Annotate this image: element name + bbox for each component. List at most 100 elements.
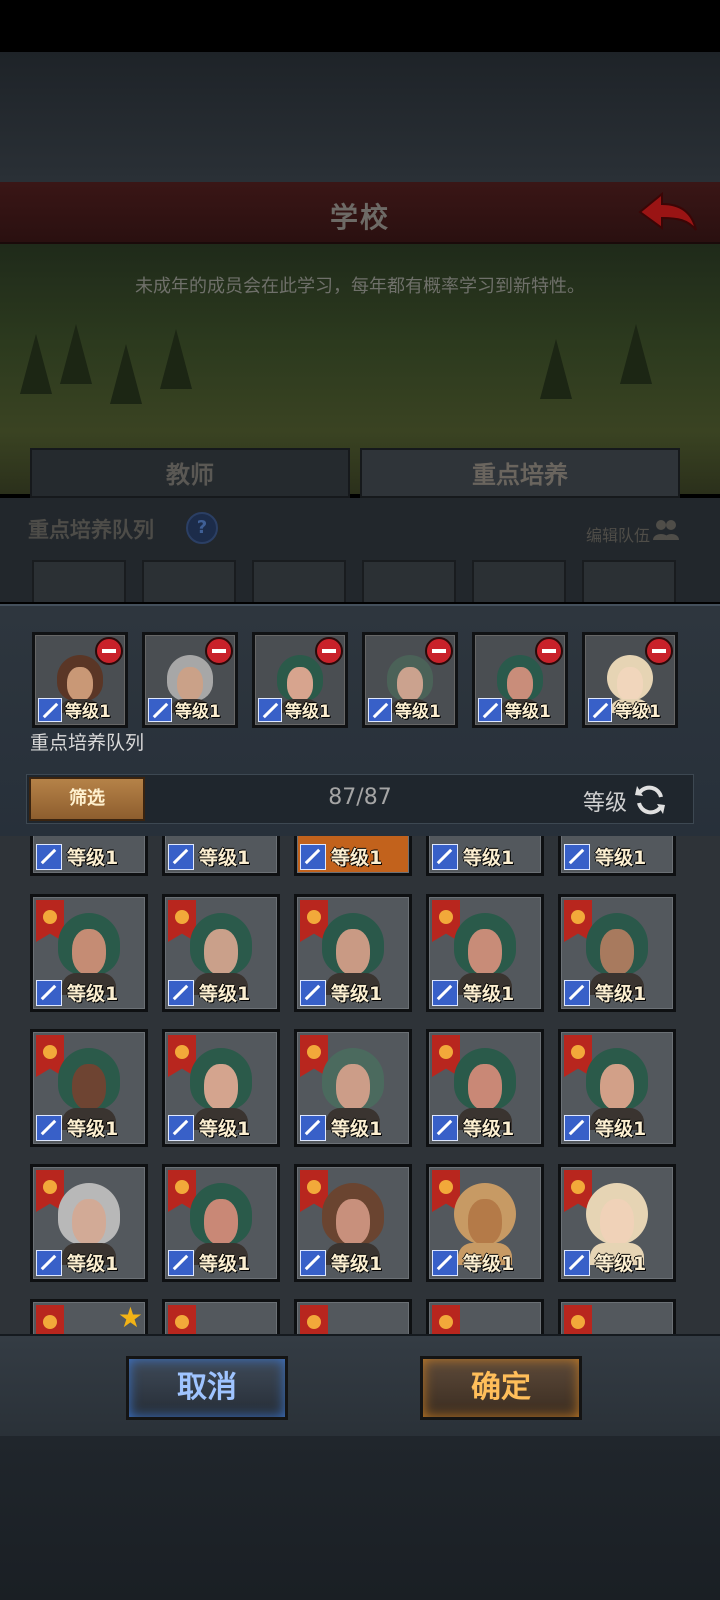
level-label: 等级1 [67,1253,119,1275]
level-label: 等级1 [463,847,515,869]
sword-icon [148,698,172,722]
level-label: 等级1 [595,1253,647,1275]
school-header: 学校 [0,182,720,244]
confirm-button[interactable]: 确定 [420,1356,582,1420]
member-card[interactable]: 等级1 [294,836,412,876]
level-label: 等级1 [505,702,551,722]
sword-icon [368,698,392,722]
refresh-sort-icon[interactable] [633,783,667,817]
tree-decoration [60,324,92,384]
portrait-face [507,667,533,701]
level-label: 等级1 [65,702,111,722]
member-card[interactable]: 等级1 [30,836,148,876]
sword-icon [432,980,458,1006]
portrait-face [468,1199,502,1245]
background-slot [472,560,566,602]
member-card[interactable]: 等级1 [30,1029,148,1147]
member-card[interactable]: 等级1 [162,836,280,876]
remove-icon[interactable] [645,637,673,665]
selected-member-slot[interactable]: 等级1 [32,632,128,728]
member-card[interactable] [426,1299,544,1336]
portrait-face [204,1064,238,1110]
member-card[interactable] [558,1299,676,1336]
level-label: 等级1 [331,1118,383,1140]
remove-icon[interactable] [535,637,563,665]
level-label: 等级1 [595,1118,647,1140]
selected-member-slot[interactable]: 等级1 [362,632,458,728]
team-edit-icon[interactable] [652,518,680,542]
sword-icon [564,980,590,1006]
level-label: 等级1 [199,983,251,1005]
sword-icon [564,844,590,870]
portrait-face [72,1064,106,1110]
member-card[interactable]: 等级1 [558,836,676,876]
back-arrow-icon[interactable] [636,190,700,236]
member-card[interactable]: 等级1 [558,1164,676,1282]
level-label: 等级1 [463,983,515,1005]
member-card[interactable]: 等级1 [162,1029,280,1147]
member-card[interactable]: 等级1 [294,1164,412,1282]
remove-icon[interactable] [315,637,343,665]
portrait-face [600,1064,634,1110]
tab-teacher[interactable]: 教师 [30,448,350,498]
background-queue-label: 重点培养队列 [28,518,154,542]
member-card[interactable]: 等级1 [162,894,280,1012]
edit-team-label[interactable]: 编辑队伍 [586,522,650,546]
member-card[interactable]: 等级1 [294,894,412,1012]
filter-bar: 筛选 87/87 等级 [26,774,694,824]
member-card[interactable]: 等级1 [426,1164,544,1282]
background-slot [142,560,236,602]
house-banner-icon [564,1305,592,1336]
sword-icon [300,1115,326,1141]
selected-member-slot[interactable]: 等级1 [252,632,348,728]
member-card[interactable]: ★ [30,1299,148,1336]
sword-icon [478,698,502,722]
member-card[interactable]: 等级1 [30,894,148,1012]
sword-icon [168,1115,194,1141]
level-label: 等级1 [175,702,221,722]
sort-level-label[interactable]: 等级 [583,785,627,817]
sword-icon [36,844,62,870]
sword-icon [258,698,282,722]
remove-icon[interactable] [95,637,123,665]
cancel-button[interactable]: 取消 [126,1356,288,1420]
tree-decoration [540,339,572,399]
member-card[interactable]: 等级1 [162,1164,280,1282]
remove-icon[interactable] [205,637,233,665]
sword-icon [564,1115,590,1141]
sword-icon [168,1250,194,1276]
selected-member-slot[interactable]: 等级1 [472,632,568,728]
level-label: 等级1 [67,983,119,1005]
member-card[interactable]: 等级1 [426,1029,544,1147]
selected-member-slot[interactable]: 等级1 [142,632,238,728]
member-card[interactable] [162,1299,280,1336]
tree-decoration [620,324,652,384]
level-label: 等级1 [199,1253,251,1275]
level-label: 等级1 [595,847,647,869]
tab-focus-training[interactable]: 重点培养 [360,448,680,498]
member-card[interactable]: 等级1 [426,836,544,876]
bottom-backdrop [0,1436,720,1600]
sword-icon [432,1115,458,1141]
member-card[interactable]: 等级1 [30,1164,148,1282]
member-roster: 等级1 等级1 等级1 等级1 等级1 等级1 等级1 等级1 等级1 等级1 等级1 等级1 等级1 等… [0,836,720,1336]
member-card[interactable]: 等级1 [294,1029,412,1147]
remove-icon[interactable] [425,637,453,665]
help-icon[interactable]: ? [186,512,218,544]
status-bar [0,0,720,52]
member-card[interactable]: 等级1 [426,894,544,1012]
portrait-face [600,1199,634,1245]
school-description: 未成年的成员会在此学习，每年都有概率学习到新特性。 [135,276,585,297]
portrait-face [600,929,634,975]
portrait-face [287,667,313,701]
selected-member-slot[interactable]: 等级1 [582,632,678,728]
tree-decoration [110,344,142,404]
tree-decoration [20,334,52,394]
member-card[interactable] [294,1299,412,1336]
focus-queue-label: 重点培养队列 [30,732,145,754]
page-title: 学校 [329,201,390,234]
member-card[interactable]: 等级1 [558,894,676,1012]
house-banner-icon [300,1305,328,1336]
sword-icon [168,844,194,870]
member-card[interactable]: 等级1 [558,1029,676,1147]
